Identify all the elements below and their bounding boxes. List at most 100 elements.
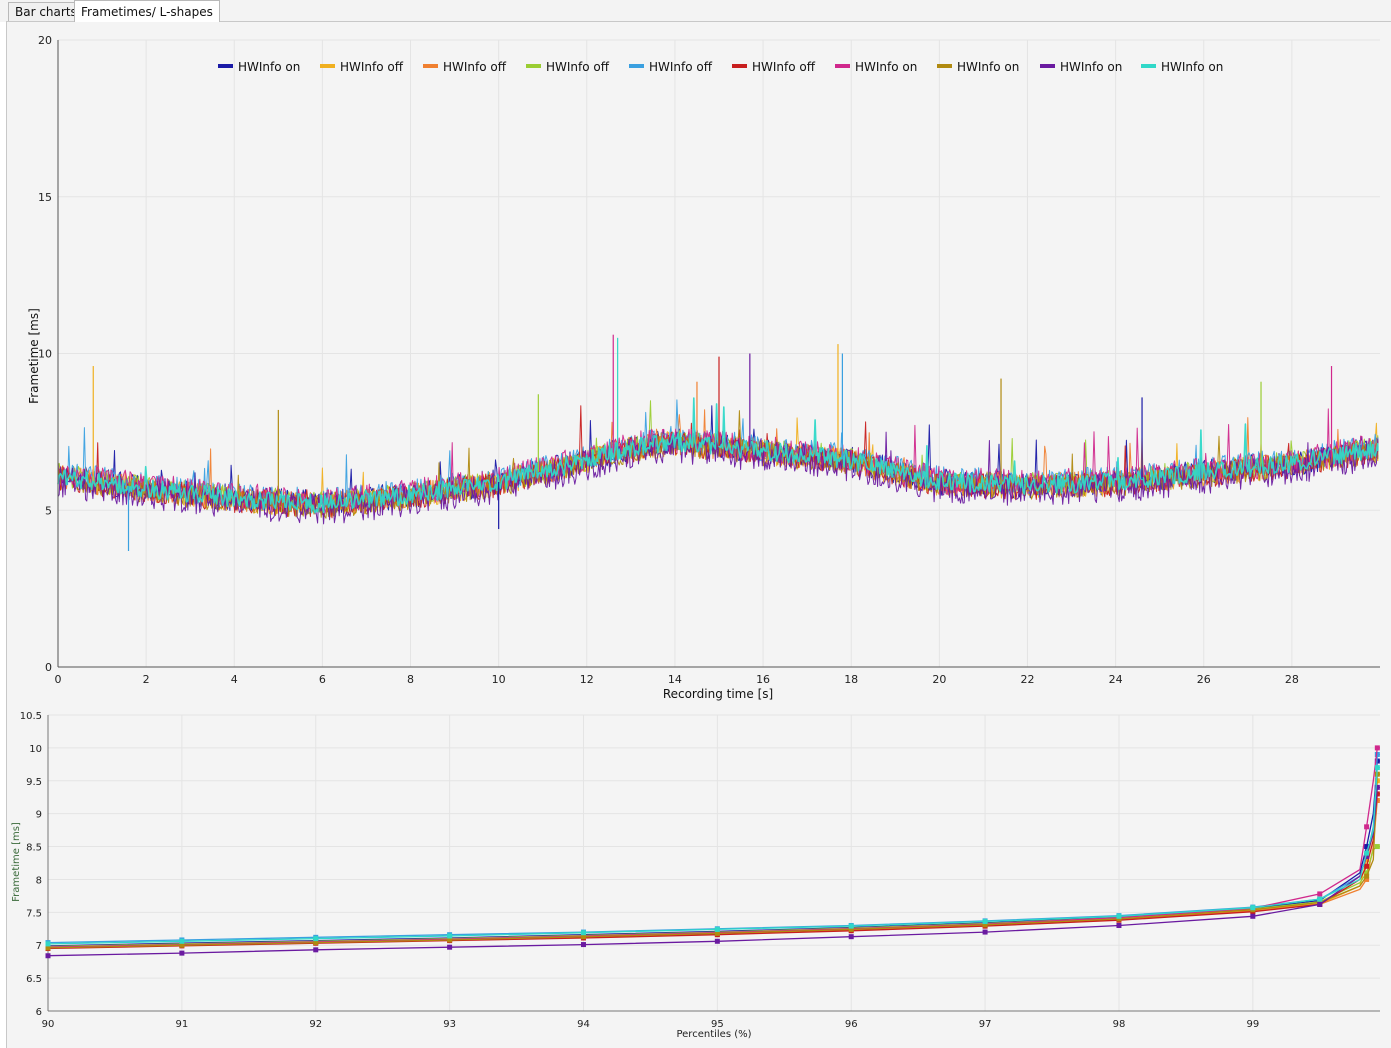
percentile-series-marker [1364,863,1370,869]
frametime-chart-x-tick-label: 28 [1285,673,1299,686]
legend-label: HWInfo off [443,60,507,74]
legend-label: HWInfo on [957,60,1019,74]
frametime-chart-x-tick-label: 18 [844,673,858,686]
percentile-chart-y-tick-label: 6 [36,1007,42,1018]
frametime-chart-grid [57,39,1380,668]
percentile-series-marker [1250,905,1256,911]
legend-label: HWInfo off [649,60,713,74]
frametime-chart-y-label: Frametime [ms] [27,308,41,404]
percentile-series-line [47,760,1380,947]
percentile-series-marker [179,950,185,956]
frametime-chart-x-tick-label: 0 [55,673,62,686]
frametime-chart-x-label: Recording time [s] [663,687,773,701]
legend-swatch [1040,64,1055,68]
percentile-chart-y-tick-label: 10.5 [20,711,42,722]
percentile-chart-x-tick-label: 91 [176,1019,189,1030]
percentile-series-marker [1374,844,1380,850]
percentile-series-marker [982,929,988,935]
frametime-chart-x-tick-label: 8 [407,673,414,686]
percentile-series-marker [447,944,453,950]
percentile-chart-y-tick-label: 8 [36,875,42,886]
percentile-series-marker [714,938,720,944]
legend-label: HWInfo off [546,60,610,74]
percentile-series-marker [1364,850,1370,856]
percentile-chart-series [45,745,1380,959]
percentile-series-line [47,799,1380,949]
legend-swatch [835,64,850,68]
percentile-series-line [47,793,1380,950]
legend-swatch [937,64,952,68]
percentile-series-marker [313,947,319,953]
percentile-chart-y-tick-label: 7.5 [26,908,42,919]
legend-label: HWInfo off [340,60,404,74]
percentile-series-line [47,786,1380,957]
legend-swatch [218,64,233,68]
frametime-chart-y-tick-label: 0 [45,661,52,674]
percentile-chart-y-ticks: 6 6.5 7 7.5 8 8.5 9 9.5 10 10.5 [20,711,42,1018]
percentile-series-marker [1364,873,1370,879]
legend-swatch [732,64,747,68]
percentile-chart-y-tick-label: 6.5 [26,974,42,985]
percentile-chart-axes [47,715,1380,1012]
percentile-chart-y-label: Frametime [ms] [11,822,22,902]
percentile-chart-x-tick-label: 96 [845,1019,858,1030]
percentile-series-marker [1317,891,1323,897]
frametime-chart-y-tick-label: 5 [45,504,52,517]
percentile-chart-y-tick-label: 7 [36,941,42,952]
frametime-chart-y-tick-label: 15 [38,191,52,204]
legend-label: HWInfo on [1060,60,1122,74]
frametime-chart-x-tick-label: 10 [492,673,506,686]
percentile-chart-x-tick-label: 98 [1113,1019,1126,1030]
percentile-series-marker [982,919,988,925]
legend-swatch [320,64,335,68]
percentile-chart-x-tick-label: 93 [443,1019,456,1030]
percentile-chart-x-tick-label: 97 [979,1019,992,1030]
tab-frametimes-l-shapes[interactable]: Frametimes/ L-shapes [74,0,220,22]
percentile-series-marker [714,926,720,932]
percentile-chart-x-tick-label: 99 [1246,1019,1259,1030]
percentile-chart-y-tick-label: 8.5 [26,843,42,854]
percentile-series-marker [1317,896,1323,902]
legend-swatch [526,64,541,68]
frametime-chart-x-tick-label: 4 [231,673,238,686]
frametime-chart-x-tick-label: 14 [668,673,682,686]
frametime-chart-x-tick-label: 6 [319,673,326,686]
frametime-chart-x-ticks: 0 2 4 6 8 10 12 14 16 18 20 22 24 26 28 [55,673,1299,686]
percentile-series-marker [447,933,453,939]
percentile-series-marker [848,923,854,929]
percentile-series-marker [45,953,51,959]
percentile-series-marker [1374,745,1380,751]
percentile-series-marker [1317,901,1323,907]
percentile-chart-x-tick-label: 92 [309,1019,322,1030]
frametime-chart-series [57,334,1379,552]
frametime-chart-y-tick-label: 20 [38,34,52,47]
percentile-series-line [47,780,1380,948]
legend-label: HWInfo on [1161,60,1223,74]
frametime-chart-x-tick-label: 16 [756,673,770,686]
legend-swatch [1141,64,1156,68]
legend-swatch [629,64,644,68]
percentile-series-marker [179,938,185,944]
percentile-series-marker [313,936,319,942]
percentile-chart-grid [47,714,1380,1012]
percentile-chart-x-ticks: 90 91 92 93 94 95 96 97 98 99 [42,1019,1260,1030]
percentile-series-marker [1364,824,1370,830]
frametime-chart-x-tick-label: 26 [1197,673,1211,686]
charts-canvas: 0 2 4 6 8 10 12 14 16 18 20 22 24 26 28 05101520 Recor… [11,34,1380,1040]
frametime-chart-x-tick-label: 2 [143,673,150,686]
percentile-series-marker [1250,913,1256,919]
legend-label: HWInfo off [752,60,816,74]
percentile-chart-y-tick-label: 10 [29,744,42,755]
frametime-chart-x-tick-label: 24 [1109,673,1123,686]
frametime-chart-legend: HWInfo on HWInfo off HWInfo off HWInfo off H… [218,60,1223,74]
frametime-chart-x-tick-label: 20 [932,673,946,686]
percentile-series-line [47,766,1380,945]
percentile-series-marker [580,930,586,936]
percentile-series-marker [1116,922,1122,928]
percentile-series-marker [1116,913,1122,919]
percentile-series-marker [848,934,854,940]
percentile-series-marker [1374,765,1380,771]
percentile-chart-x-tick-label: 90 [42,1019,55,1030]
legend-label: HWInfo on [238,60,300,74]
percentile-chart-x-tick-label: 94 [577,1019,590,1030]
